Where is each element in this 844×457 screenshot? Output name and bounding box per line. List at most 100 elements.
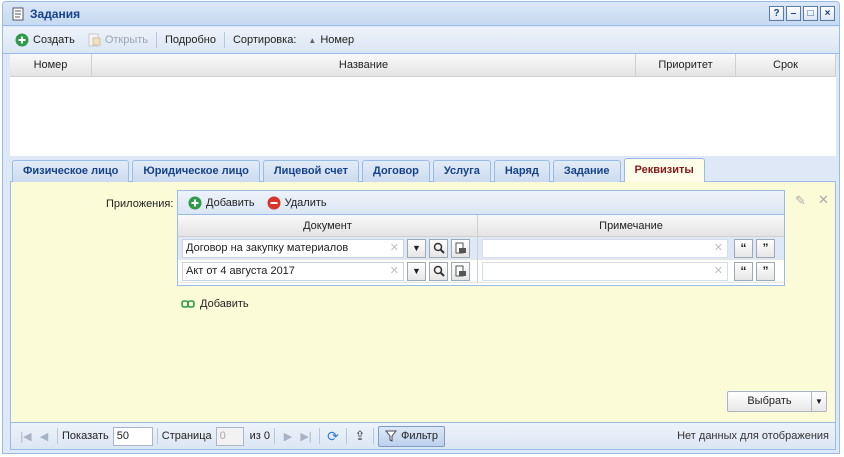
sort-label: Сортировка: — [232, 34, 297, 46]
note-field[interactable]: ✕ — [482, 238, 728, 258]
export-icon[interactable]: ⇪ — [351, 428, 369, 444]
open-quote-button[interactable]: “ — [734, 261, 753, 281]
tab-service[interactable]: Услуга — [432, 160, 491, 182]
open-quote-icon: “ — [740, 264, 747, 278]
search-button[interactable] — [429, 238, 448, 258]
column-note[interactable]: Примечание — [478, 215, 784, 236]
column-deadline[interactable]: Срок — [736, 54, 836, 77]
details-label: Подробно — [165, 34, 216, 46]
pencil-icon[interactable]: ✎ — [795, 193, 806, 209]
last-page-icon[interactable]: ▶| — [297, 430, 315, 443]
open-button[interactable]: Открыть — [81, 30, 154, 50]
sort-control[interactable]: Сортировка: ▲ Номер — [227, 30, 360, 50]
minimize-button[interactable]: – — [786, 6, 801, 21]
minus-circle-icon — [267, 196, 281, 209]
page-count-label: из 0 — [249, 430, 270, 442]
prev-page-icon[interactable]: ◀ — [35, 430, 53, 443]
plus-circle-icon — [15, 33, 29, 47]
close-icon[interactable]: ✕ — [818, 192, 829, 208]
clear-icon[interactable]: ✕ — [390, 263, 399, 280]
attachments-label: Приложения: — [106, 198, 174, 210]
open-document-icon — [455, 242, 466, 254]
add-link-button[interactable]: Добавить — [181, 298, 249, 310]
attachment-row[interactable]: Акт от 4 августа 2017 ✕ ▼ ✕ “ ” — [178, 259, 784, 283]
chevron-down-icon: ▼ — [412, 266, 421, 276]
open-card-button[interactable] — [451, 238, 470, 258]
window-title: Задания — [30, 7, 81, 21]
note-field[interactable]: ✕ — [482, 261, 728, 281]
document-field[interactable]: Акт от 4 августа 2017 ✕ — [182, 261, 404, 281]
tab-individual[interactable]: Физическое лицо — [12, 160, 130, 182]
tab-task[interactable]: Задание — [552, 160, 621, 182]
requisites-panel: Приложения: Добавить Удалить Документ Пр… — [10, 182, 836, 422]
next-page-icon[interactable]: ▶ — [279, 430, 297, 443]
page-number-input[interactable]: 0 — [215, 426, 244, 446]
delete-attachment-label: Удалить — [284, 196, 327, 209]
attachments-grid: Добавить Удалить Документ Примечание Дог… — [177, 190, 785, 286]
first-page-icon[interactable]: |◀ — [17, 430, 35, 443]
attachments-toolbar: Добавить Удалить — [178, 191, 784, 215]
maximize-button[interactable]: □ — [803, 6, 818, 21]
clear-icon[interactable]: ✕ — [714, 241, 723, 254]
tab-contract[interactable]: Договор — [361, 160, 430, 182]
choose-button[interactable]: Выбрать ▼ — [727, 391, 827, 412]
tasks-window: Задания ? – □ × Создать Открыть Подробно — [2, 1, 840, 454]
open-quote-button[interactable]: “ — [734, 238, 753, 258]
pager-separator — [57, 428, 58, 444]
document-cell: Договор на закупку материалов ✕ ▼ — [178, 236, 478, 260]
close-button[interactable]: × — [820, 6, 835, 21]
filter-icon — [385, 430, 397, 442]
create-button[interactable]: Создать — [9, 30, 81, 50]
add-attachment-button[interactable]: Добавить — [182, 193, 261, 213]
document-value: Договор на закупку материалов — [186, 241, 349, 254]
pager-separator — [373, 428, 374, 444]
search-button[interactable] — [429, 261, 448, 281]
toolbar-separator — [156, 32, 158, 48]
pager-separator — [156, 428, 158, 444]
sort-asc-icon: ▲ — [308, 35, 317, 45]
close-quote-button[interactable]: ” — [756, 238, 775, 258]
document-cell: Акт от 4 августа 2017 ✕ ▼ — [178, 259, 478, 283]
tab-requisites[interactable]: Реквизиты — [623, 158, 705, 182]
column-name[interactable]: Название — [92, 54, 636, 77]
close-quote-button[interactable]: ” — [756, 261, 775, 281]
note-cell: ✕ “ ” — [478, 260, 784, 283]
help-button[interactable]: ? — [769, 6, 784, 21]
document-value: Акт от 4 августа 2017 — [186, 264, 295, 277]
column-document[interactable]: Документ — [178, 215, 478, 236]
clear-icon[interactable]: ✕ — [390, 240, 399, 257]
chevron-down-icon[interactable]: ▼ — [812, 392, 826, 411]
column-number[interactable]: Номер — [10, 54, 92, 77]
refresh-icon[interactable]: ⟳ — [324, 428, 342, 445]
open-document-icon — [88, 33, 101, 47]
tab-personal-account[interactable]: Лицевой счет — [262, 160, 359, 182]
page-size-input[interactable]: 50 — [112, 426, 153, 446]
close-quote-icon: ” — [762, 241, 769, 255]
document-field[interactable]: Договор на закупку материалов ✕ — [182, 238, 404, 258]
attachments-header: Документ Примечание — [178, 215, 784, 237]
tasks-grid-body[interactable] — [10, 77, 836, 156]
pager-separator — [319, 428, 320, 444]
clear-icon[interactable]: ✕ — [714, 264, 723, 277]
search-icon — [433, 265, 445, 277]
show-label: Показать — [62, 430, 109, 442]
choose-label: Выбрать — [728, 392, 812, 411]
dropdown-button[interactable]: ▼ — [407, 238, 426, 258]
open-card-button[interactable] — [451, 261, 470, 281]
window-tools: ? – □ × — [769, 6, 835, 21]
tab-work-order[interactable]: Наряд — [493, 160, 550, 182]
dropdown-button[interactable]: ▼ — [407, 261, 426, 281]
column-priority[interactable]: Приоритет — [636, 54, 736, 77]
sort-value: Номер — [320, 34, 355, 46]
toolbar-separator — [223, 32, 225, 48]
filter-button[interactable]: Фильтр — [378, 425, 445, 447]
delete-attachment-button[interactable]: Удалить — [261, 193, 333, 213]
search-icon — [433, 242, 445, 254]
document-icon — [12, 7, 24, 21]
tab-legal-entity[interactable]: Юридическое лицо — [132, 160, 260, 182]
details-button[interactable]: Подробно — [159, 30, 222, 50]
open-label: Открыть — [104, 34, 149, 46]
window-titlebar[interactable]: Задания ? – □ × — [3, 2, 839, 26]
attachment-row[interactable]: Договор на закупку материалов ✕ ▼ ✕ “ ” — [178, 236, 784, 260]
chevron-down-icon: ▼ — [412, 243, 421, 253]
